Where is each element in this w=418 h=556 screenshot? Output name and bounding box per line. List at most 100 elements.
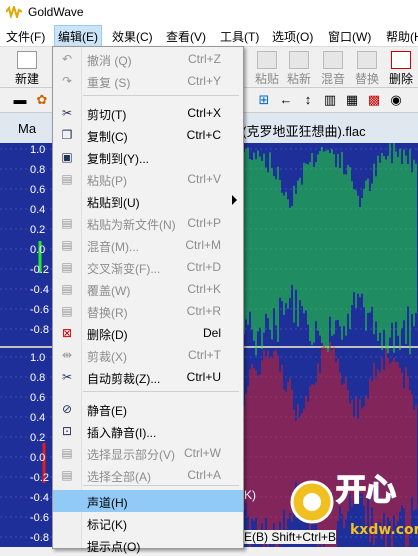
menu-item-label: 覆盖(W) (87, 284, 131, 298)
marker-icon[interactable]: ▬ (12, 92, 28, 108)
menu-item-label: 静音(E) (87, 404, 127, 418)
menu-bar: 文件(F) 编辑(E) 效果(C) 查看(V) 工具(T) 选项(O) 窗口(W… (0, 24, 418, 48)
menu-item-label: 重复 (S) (87, 76, 131, 90)
menu-item-17[interactable]: ▤ 选择显示部分(V) Ctrl+W (53, 442, 243, 464)
menu-item-18[interactable]: ▤ 选择全部(A) Ctrl+A (53, 464, 243, 486)
menu-item-label: 删除(D) (87, 328, 128, 342)
wave-tick-label: 0.4 (30, 204, 45, 216)
new-button[interactable]: 新建 (12, 49, 42, 86)
new-file-icon (17, 51, 37, 69)
menu-item-20[interactable]: 标记(K) (53, 512, 243, 534)
wave-tick-label: -0.6 (30, 304, 49, 316)
replace-icon: ▤ (61, 304, 73, 318)
menu-help[interactable]: 帮助(H (386, 28, 418, 45)
menu-item-label: 替换(R) (87, 306, 128, 320)
menu-item-label: 插入静音(I)... (87, 426, 157, 440)
paste-button-label: 粘贴 (254, 72, 279, 86)
menu-file[interactable]: 文件(F) (6, 28, 45, 45)
menu-item-label: 剪裁(X) (87, 350, 127, 364)
menu-item-19[interactable]: 声道(H) (53, 490, 243, 512)
save-icon: ▣ (61, 150, 73, 164)
menu-item-3[interactable]: ❐ 复制(C) Ctrl+C (53, 124, 243, 146)
paste-icon (257, 51, 277, 69)
menu-separator (83, 485, 239, 486)
menu-item-9[interactable]: ▤ 交叉渐变(F)... Ctrl+D (53, 256, 243, 278)
wave-tick-label: 0.0 (30, 452, 45, 464)
paste-button[interactable]: 粘贴 (252, 49, 282, 86)
wave-tick-label: 1.0 (30, 352, 45, 364)
zoom-fit-icon[interactable]: ⊞ (256, 92, 272, 108)
menu-item-10[interactable]: ▤ 覆盖(W) Ctrl+K (53, 278, 243, 300)
wave-tick-label: -0.4 (30, 492, 49, 504)
menu-item-shortcut: Ctrl+P (187, 216, 221, 230)
menu-separator (83, 391, 239, 392)
menu-item-11[interactable]: ▤ 替换(R) Ctrl+R (53, 300, 243, 322)
menu-item-13[interactable]: ⇹ 剪裁(X) Ctrl+T (53, 344, 243, 366)
menu-item-label: 撤消 (Q) (87, 54, 132, 68)
menu-edit[interactable]: 编辑(E) (54, 25, 102, 48)
mix-button[interactable]: 混音 (318, 49, 348, 86)
select-all-icon: ▤ (61, 468, 73, 482)
menu-effects[interactable]: 效果(C) (112, 28, 153, 45)
new-button-label: 新建 (14, 72, 39, 86)
menu-item-shortcut: Ctrl+W (184, 446, 221, 460)
wave-tick-label: -0.4 (30, 284, 49, 296)
wave-tick-label: 1.0 (30, 144, 45, 156)
menu-separator (83, 95, 239, 96)
arrow-left-icon[interactable]: ← (278, 92, 294, 108)
menu-item-shortcut: Ctrl+Z (188, 52, 221, 66)
menu-view[interactable]: 查看(V) (166, 28, 206, 45)
menu-item-shortcut: Ctrl+T (188, 348, 221, 362)
spectrum-icon[interactable]: ▥ (322, 92, 338, 108)
palette-icon[interactable]: ✿ (34, 92, 50, 108)
menu-window[interactable]: 窗口(W) (328, 28, 371, 45)
menu-item-6[interactable]: 粘贴到(U) (53, 190, 243, 212)
menu-item-8[interactable]: ▤ 混音(M)... Ctrl+M (53, 234, 243, 256)
scissors-icon: ✂ (61, 106, 73, 120)
menu-item-1[interactable]: ↷ 重复 (S) Ctrl+Y (53, 70, 243, 92)
vertical-zoom-icon[interactable]: ↕ (300, 92, 316, 108)
menu-tools[interactable]: 工具(T) (220, 28, 259, 45)
menu-item-4[interactable]: ▣ 复制到(Y)... (53, 146, 243, 168)
menu-options[interactable]: 选项(O) (272, 28, 313, 45)
menu-item-0[interactable]: ↶ 撤消 (Q) Ctrl+Z (53, 48, 243, 70)
wave-tick-label: 0.6 (30, 184, 45, 196)
delete-button[interactable]: 删除 (386, 49, 416, 86)
svg-text:开心: 开心 (336, 473, 396, 508)
menu-item-12[interactable]: ⊠ 删除(D) Del (53, 322, 243, 344)
overwrite-icon: ▤ (61, 282, 73, 296)
menu-item-2[interactable]: ✂ 剪切(T) Ctrl+X (53, 102, 243, 124)
watermark-logo: 开心 kxdw.com (290, 472, 418, 538)
mix-button-label: 混音 (320, 72, 345, 86)
menu-item-shortcut: Ctrl+R (186, 304, 221, 318)
menu-item-16[interactable]: ⊡ 插入静音(I)... (53, 420, 243, 442)
menu-item-5[interactable]: ▤ 粘贴(P) Ctrl+V (53, 168, 243, 190)
menu-item-label: 混音(M)... (87, 240, 139, 254)
menu-item-shortcut: Ctrl+Y (187, 74, 221, 88)
eye-icon[interactable]: ◉ (388, 92, 404, 108)
paste-new-icon: ▤ (61, 216, 73, 230)
paste-new-button[interactable]: 粘新 (284, 49, 314, 86)
replace-button-label: 替换 (354, 72, 379, 86)
replace-button[interactable]: 替换 (352, 49, 382, 86)
menu-item-21[interactable]: 提示点(O) (53, 534, 243, 556)
menu-item-label: 声道(H) (87, 496, 128, 510)
wave-tick-label: -0.2 (30, 472, 49, 484)
goldwave-logo-icon (6, 6, 22, 18)
menu-item-label: 自动剪裁(Z)... (87, 372, 161, 386)
menu-item-7[interactable]: ▤ 粘贴为新文件(N) Ctrl+P (53, 212, 243, 234)
menu-item-15[interactable]: ⊘ 静音(E) (53, 398, 243, 420)
paste-new-button-label: 粘新 (286, 72, 311, 86)
spectrogram-icon[interactable]: ▦ (344, 92, 360, 108)
bars-icon[interactable]: ▩ (366, 92, 382, 108)
wave-tick-label: -0.2 (30, 264, 49, 276)
menu-item-label: 交叉渐变(F)... (87, 262, 161, 276)
undo-icon: ↶ (61, 52, 73, 66)
wave-tick-label: 0.4 (30, 412, 45, 424)
menu-item-14[interactable]: ✂ 自动剪裁(Z)... Ctrl+U (53, 366, 243, 388)
auto-trim-icon: ✂ (61, 370, 73, 384)
menu-item-label: 复制到(Y)... (87, 152, 149, 166)
menu-item-label: 标记(K) (87, 518, 127, 532)
wave-tick-label: 0.2 (30, 432, 45, 444)
paste-new-icon (289, 51, 309, 69)
